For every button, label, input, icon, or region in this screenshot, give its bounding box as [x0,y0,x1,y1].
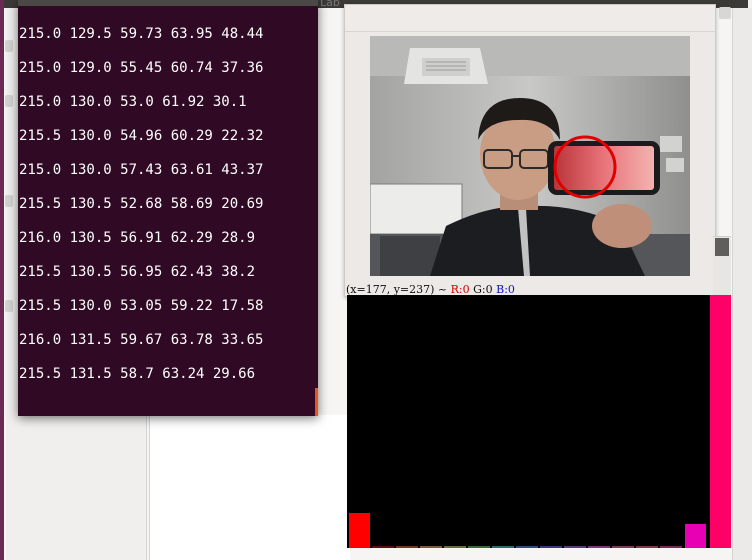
terminal-output: 215.0 129.5 59.73 63.95 48.44 215.0 129.… [19,22,263,396]
background-right-gutter [732,8,752,560]
background-content-panel [149,415,350,560]
terminal-line: 215.0 130.0 57.43 63.61 43.37 [19,162,264,178]
background-close-icon[interactable] [719,7,731,19]
terminal-line: 215.5 130.0 54.96 60.29 22.32 [19,128,264,144]
camera-titlebar[interactable] [345,5,715,32]
terminal-line: 215.0 129.0 55.45 60.74 37.36 [19,60,264,76]
histogram-canvas [347,295,731,548]
terminal-line: 216.0 131.5 59.67 63.78 33.65 [19,332,264,348]
terminal-line: 215.5 130.5 52.68 58.69 20.69 [19,196,264,212]
terminal-window[interactable]: 215.0 129.5 59.73 63.95 48.44 215.0 129.… [18,0,318,416]
terminal-titlebar[interactable] [18,0,318,6]
histogram-bar-pink [710,295,731,548]
terminal-line: 215.5 130.0 53.05 59.22 17.58 [19,298,264,314]
background-sidebar-icon [5,195,13,207]
histogram-bar-red [349,513,370,548]
background-sidebar-icon [5,300,13,312]
background-sidebar-icon [5,40,13,52]
terminal-line: 216.0 130.5 56.91 62.29 28.9 [19,230,256,246]
camera-feed[interactable] [370,36,690,276]
histogram-window-tab[interactable] [715,238,729,256]
terminal-line: 215.5 130.5 56.95 62.43 38.2 [19,264,256,280]
camera-feed-image [370,36,690,276]
terminal-line: 215.0 130.0 53.0 61.92 30.1 [19,94,247,110]
background-tab-label[interactable]: Lab [320,0,340,9]
terminal-line: 215.0 129.5 59.73 63.95 48.44 [19,26,264,42]
histogram-window[interactable] [347,295,731,548]
terminal-line: 215.5 131.5 58.7 63.24 29.66 [19,366,256,382]
background-sidebar-icon [5,95,13,107]
histogram-bar-magenta [685,524,706,548]
terminal-scrollbar[interactable] [315,388,318,416]
camera-window[interactable]: (x=177, y=237) ~ R:0 G:0 B:0 [344,4,716,297]
